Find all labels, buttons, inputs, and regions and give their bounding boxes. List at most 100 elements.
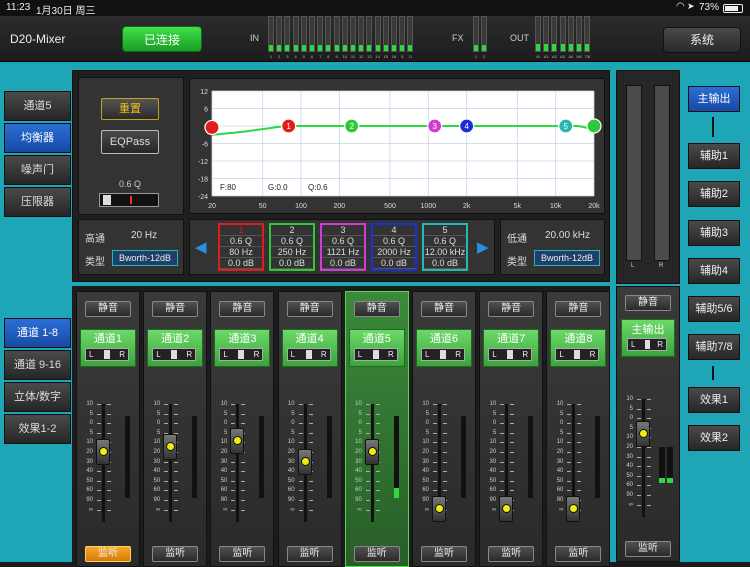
- lowpass-type-select[interactable]: Bworth-12dB: [534, 250, 600, 266]
- pan-knob[interactable]: [574, 350, 581, 359]
- channel-fader-track[interactable]: [169, 404, 173, 522]
- channel-strip-4[interactable]: 静音 通道4 L R 10 5 0 5 10 20 30 40 50 60 90 ∞ 监听: [277, 291, 342, 567]
- group-ch1-8[interactable]: 通道 1-8: [4, 318, 71, 348]
- pan-knob[interactable]: [238, 350, 245, 359]
- tab-equalizer[interactable]: 均衡器: [4, 123, 71, 153]
- channel-strip-5[interactable]: 静音 通道5 L R 10 5 0 5 10 20 30 40 50 60 90 ∞ 监听: [344, 291, 409, 567]
- main-fader-knob[interactable]: [636, 420, 650, 447]
- mute-button[interactable]: 静音: [85, 301, 131, 317]
- in-meter-label: 9: [335, 54, 338, 59]
- eq-node-filter-6[interactable]: [586, 118, 602, 134]
- channel-fader-knob[interactable]: [163, 434, 178, 461]
- output-aux3[interactable]: 辅助3: [688, 220, 740, 246]
- main-balance-knob[interactable]: [645, 340, 650, 349]
- channel-strip-2[interactable]: 静音 通道2 L R 10 5 0 5 10 20 30 40 50 60 90 ∞ 监听: [143, 291, 208, 567]
- pan-control[interactable]: LR: [555, 348, 600, 361]
- pan-control[interactable]: LR: [353, 348, 398, 361]
- tab-noise-gate[interactable]: 噪声门: [4, 155, 71, 185]
- solo-button[interactable]: 监听: [152, 546, 199, 562]
- channel-strip-8[interactable]: 静音 通道8 L R 10 5 0 5 10 20 30 40 50 60 90 ∞ 监听: [546, 291, 611, 567]
- solo-button[interactable]: 监听: [219, 546, 266, 562]
- eq-band-2[interactable]: 2 0.6 Q 250 Hz 0.0 dB: [269, 223, 315, 271]
- output-main[interactable]: 主输出: [688, 86, 740, 112]
- output-aux2[interactable]: 辅助2: [688, 181, 740, 207]
- pan-control[interactable]: LR: [488, 348, 533, 361]
- group-fx1-2[interactable]: 效果1-2: [4, 414, 71, 444]
- output-aux7-8[interactable]: 辅助7/8: [688, 334, 740, 360]
- mute-button[interactable]: 静音: [286, 301, 333, 317]
- pan-r: R: [455, 350, 461, 359]
- output-aux4[interactable]: 辅助4: [688, 258, 740, 284]
- main-solo-button[interactable]: 监听: [625, 541, 671, 557]
- eq-band-4[interactable]: 4 0.6 Q 2000 Hz 0.0 dB: [371, 223, 417, 271]
- lowpass-freq[interactable]: 20.00 kHz: [545, 230, 590, 241]
- fader-scale-mark: [433, 461, 437, 463]
- solo-button[interactable]: 监听: [286, 546, 333, 562]
- band-prev-icon[interactable]: ◀: [195, 238, 207, 256]
- output-fx1[interactable]: 效果1: [688, 387, 740, 413]
- pan-control[interactable]: LR: [85, 348, 129, 361]
- eqpass-button[interactable]: EQPass: [101, 130, 159, 154]
- main-balance[interactable]: L R: [627, 338, 667, 351]
- channel-fader-knob[interactable]: [297, 449, 312, 476]
- output-aux5-6[interactable]: 辅助5/6: [688, 296, 740, 322]
- pan-knob[interactable]: [507, 350, 514, 359]
- channel-fader-knob[interactable]: [96, 438, 110, 465]
- mute-button[interactable]: 静音: [353, 301, 400, 317]
- q-slider-knob[interactable]: [103, 195, 111, 205]
- pan-knob[interactable]: [104, 350, 110, 359]
- connected-button[interactable]: 已连接: [122, 26, 202, 52]
- channel-fader-knob[interactable]: [364, 438, 379, 465]
- mute-button[interactable]: 静音: [219, 301, 266, 317]
- output-fx2[interactable]: 效果2: [688, 425, 740, 451]
- pan-control[interactable]: LR: [152, 348, 197, 361]
- pan-knob[interactable]: [440, 350, 446, 359]
- pan-control[interactable]: LR: [286, 348, 331, 361]
- out-meter-label: 7/8: [584, 54, 590, 59]
- channel-fader-knob[interactable]: [566, 495, 581, 522]
- solo-button[interactable]: 监听: [488, 546, 535, 562]
- eq-node-filter-0[interactable]: [204, 119, 220, 136]
- highpass-type-select[interactable]: Bworth-12dB: [112, 250, 178, 266]
- mute-button[interactable]: 静音: [421, 301, 467, 317]
- output-aux1[interactable]: 辅助1: [688, 143, 740, 169]
- band-next-icon[interactable]: ▶: [477, 238, 489, 256]
- fader-scale-mark: [241, 471, 246, 473]
- channel-fader-knob[interactable]: [499, 495, 514, 522]
- group-ch9-16[interactable]: 通道 9-16: [4, 350, 71, 380]
- channel-fader-track[interactable]: [236, 404, 240, 522]
- main-fader-track[interactable]: [642, 399, 645, 517]
- pan-knob[interactable]: [372, 350, 379, 359]
- highpass-freq[interactable]: 20 Hz: [131, 230, 157, 241]
- channel-strip-1[interactable]: 静音 通道1 L R 10 5 0 5 10 20 30 40 50 60 90 ∞ 监听: [76, 291, 140, 567]
- mute-button[interactable]: 静音: [152, 301, 199, 317]
- mute-button[interactable]: 静音: [555, 301, 602, 317]
- eq-band-5[interactable]: 5 0.6 Q 12.00 kHz 0.0 dB: [422, 223, 468, 271]
- channel-strip-3[interactable]: 静音 通道3 L R 10 5 0 5 10 20 30 40 50 60 90 ∞ 监听: [210, 291, 275, 567]
- system-button[interactable]: 系统: [663, 27, 741, 53]
- eq-curve-graph[interactable]: 1260-6-12-18-24205010020050010002k5k10k2…: [190, 79, 606, 215]
- pan-knob[interactable]: [305, 350, 312, 359]
- solo-button[interactable]: 监听: [421, 546, 467, 562]
- pan-control[interactable]: LR: [421, 348, 465, 361]
- pan-knob[interactable]: [171, 350, 178, 359]
- solo-button[interactable]: 监听: [353, 546, 400, 562]
- group-stereo-digital[interactable]: 立体/数字: [4, 382, 71, 412]
- fader-scale-mark: [231, 471, 236, 473]
- mute-button[interactable]: 静音: [488, 301, 535, 317]
- eq-band-3[interactable]: 3 0.6 Q 1121 Hz 0.0 dB: [320, 223, 366, 271]
- eq-band-1[interactable]: 1 0.6 Q 80 Hz 0.0 dB: [218, 223, 264, 271]
- reset-button[interactable]: 重置: [101, 98, 159, 120]
- solo-button[interactable]: 监听: [85, 546, 131, 562]
- channel-strip-7[interactable]: 静音 通道7 L R 10 5 0 5 10 20 30 40 50 60 90 ∞ 监听: [479, 291, 544, 567]
- fader-scale-mark: [577, 480, 582, 482]
- channel-fader-knob[interactable]: [432, 495, 446, 522]
- solo-button[interactable]: 监听: [555, 546, 602, 562]
- channel-strip-6[interactable]: 静音 通道6 L R 10 5 0 5 10 20 30 40 50 60 90 ∞ 监听: [412, 291, 476, 567]
- channel-fader-knob[interactable]: [230, 428, 245, 455]
- q-slider[interactable]: [99, 193, 159, 207]
- pan-control[interactable]: LR: [219, 348, 264, 361]
- tab-channel5[interactable]: 通道5: [4, 91, 71, 121]
- tab-compressor[interactable]: 压限器: [4, 187, 71, 217]
- main-mute-button[interactable]: 静音: [625, 295, 671, 311]
